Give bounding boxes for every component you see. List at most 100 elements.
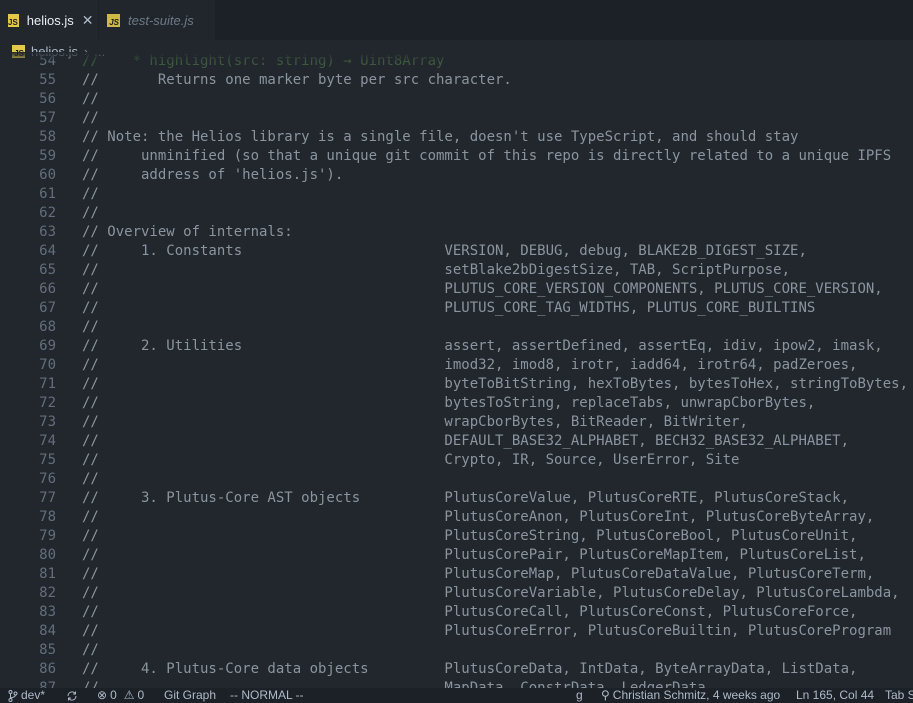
code-line[interactable]: 86 // 4. Plutus-Core data objects PlutusC… (0, 660, 913, 679)
code-line[interactable]: 73 // wrapCborBytes, BitReader, BitWriter… (0, 413, 913, 432)
branch-indicator[interactable]: dev* (8, 688, 45, 703)
code-line[interactable]: 66 // PLUTUS_CORE_VERSION_COMPONENTS, PLU… (0, 280, 913, 299)
code-line[interactable]: 75 // Crypto, IR, Source, UserError, Site (0, 451, 913, 470)
line-number: 68 (39, 319, 56, 335)
code-line[interactable]: 68 // (0, 318, 913, 337)
code-line[interactable]: 72 // bytesToString, replaceTabs, unwrapC… (0, 394, 913, 413)
code-text: // 3. Plutus-Core AST objects PlutusCore… (82, 490, 850, 506)
code-text: // PlutusCoreAnon, PlutusCoreInt, Plutus… (82, 509, 875, 525)
tab-label: test-suite.js (128, 12, 194, 28)
code-text: // unminified (so that a unique git comm… (82, 148, 892, 164)
vim-mode-label: -- NORMAL -- (230, 688, 304, 702)
code-line[interactable]: 63 // Overview of internals: (0, 223, 913, 242)
code-text: // 2. Utilities assert, assertDefined, a… (82, 338, 883, 354)
code-text: // PlutusCoreMap, PlutusCoreDataValue, P… (82, 566, 875, 582)
line-number: 75 (39, 452, 56, 468)
branch-name: dev* (21, 688, 46, 702)
code-text: // (82, 205, 99, 221)
tab-size[interactable]: Tab S (885, 688, 913, 703)
code-line[interactable]: 64 // 1. Constants VERSION, DEBUG, debug,… (0, 242, 913, 261)
line-number: 60 (39, 167, 56, 183)
code-line[interactable]: 54 // * highlight(src: string) → Uint8Arr… (0, 52, 913, 71)
git-graph-label: Git Graph (164, 688, 217, 702)
code-line[interactable]: 67 // PLUTUS_CORE_TAG_WIDTHS, PLUTUS_CORE… (0, 299, 913, 318)
code-line[interactable]: 78 // PlutusCoreAnon, PlutusCoreInt, Plut… (0, 508, 913, 527)
code-text: // PlutusCoreString, PlutusCoreBool, Plu… (82, 528, 858, 544)
line-number: 56 (39, 91, 56, 107)
line-number: 57 (39, 110, 56, 126)
javascript-file-icon: JS (107, 13, 120, 27)
line-number: 61 (39, 186, 56, 202)
code-line[interactable]: 57 // (0, 109, 913, 128)
code-text: // (82, 642, 99, 658)
code-line[interactable]: 87 // MapData, ConstrData, LedgerData, (0, 679, 913, 688)
code-text: // (82, 186, 99, 202)
code-line[interactable]: 55 // Returns one marker byte per src cha… (0, 71, 913, 90)
code-text: // Note: the Helios library is a single … (82, 129, 799, 145)
line-number: 58 (39, 129, 56, 145)
code-line[interactable]: 70 // imod32, imod8, irotr, iadd64, irotr… (0, 356, 913, 375)
code-text: // imod32, imod8, irotr, iadd64, irotr64… (82, 357, 858, 373)
code-line[interactable]: 76 // (0, 470, 913, 489)
code-text: // PlutusCoreError, PlutusCoreBuiltin, P… (82, 623, 892, 639)
code-line[interactable]: 65 // setBlake2bDigestSize, TAB, ScriptPu… (0, 261, 913, 280)
code-text: // DEFAULT_BASE32_ALPHABET, BECH32_BASE3… (82, 433, 850, 449)
javascript-file-icon: JS (8, 13, 19, 27)
code-line[interactable]: 71 // byteToBitString, hexToBytes, bytesT… (0, 375, 913, 394)
line-number: 72 (39, 395, 56, 411)
code-text: // 4. Plutus-Core data objects PlutusCor… (82, 661, 858, 677)
line-number: 86 (39, 661, 56, 677)
line-number: 54 (39, 53, 56, 69)
code-line[interactable]: 60 // address of 'helios.js'). (0, 166, 913, 185)
line-number: 77 (39, 490, 56, 506)
tab-size-label: Tab S (885, 688, 913, 702)
sync-icon[interactable] (66, 688, 78, 703)
line-number: 59 (39, 148, 56, 164)
cursor-position[interactable]: Ln 165, Col 44 (796, 688, 874, 703)
code-line[interactable]: 79 // PlutusCoreString, PlutusCoreBool, P… (0, 527, 913, 546)
code-line[interactable]: 77 // 3. Plutus-Core AST objects PlutusCo… (0, 489, 913, 508)
code-line[interactable]: 83 // PlutusCoreCall, PlutusCoreConst, Pl… (0, 603, 913, 622)
error-icon: ⊗ (97, 688, 108, 702)
line-number: 87 (39, 680, 56, 688)
code-text: // (82, 110, 99, 126)
line-number: 64 (39, 243, 56, 259)
tab-test-suite-js[interactable]: JS test-suite.js (99, 0, 216, 40)
git-graph-button[interactable]: Git Graph (164, 688, 216, 703)
code-line[interactable]: 74 // DEFAULT_BASE32_ALPHABET, BECH32_BAS… (0, 432, 913, 451)
close-icon[interactable]: ✕ (82, 12, 94, 29)
code-line[interactable]: 80 // PlutusCorePair, PlutusCoreMapItem, … (0, 546, 913, 565)
line-number: 83 (39, 604, 56, 620)
tab-bar: JS helios.js ✕ JS test-suite.js (0, 0, 913, 40)
code-text: // * highlight(src: string) → Uint8Array (82, 53, 445, 69)
code-line[interactable]: 56 // (0, 90, 913, 109)
vim-mode: -- NORMAL -- (230, 688, 304, 703)
code-text: // byteToBitString, hexToBytes, bytesToH… (82, 376, 909, 392)
code-line[interactable]: 59 // unminified (so that a unique git co… (0, 147, 913, 166)
code-line[interactable]: 84 // PlutusCoreError, PlutusCoreBuiltin,… (0, 622, 913, 641)
line-number: 67 (39, 300, 56, 316)
vim-key-label: g (576, 688, 583, 702)
code-text: // (82, 91, 99, 107)
code-line[interactable]: 82 // PlutusCoreVariable, PlutusCoreDelay… (0, 584, 913, 603)
code-text: // 1. Constants VERSION, DEBUG, debug, B… (82, 243, 807, 259)
code-text: // (82, 471, 99, 487)
code-line[interactable]: 81 // PlutusCoreMap, PlutusCoreDataValue,… (0, 565, 913, 584)
code-line[interactable]: 69 // 2. Utilities assert, assertDefined,… (0, 337, 913, 356)
problems-indicator[interactable]: ⊗ 0 ⚠ 0 (97, 688, 144, 703)
git-blame[interactable]: ⚲ Christian Schmitz, 4 weeks ago (601, 688, 780, 703)
line-number: 73 (39, 414, 56, 430)
line-number: 55 (39, 72, 56, 88)
code-line[interactable]: 58 // Note: the Helios library is a singl… (0, 128, 913, 147)
code-editor[interactable]: 54 // * highlight(src: string) → Uint8Arr… (0, 52, 913, 688)
code-text: // PlutusCorePair, PlutusCoreMapItem, Pl… (82, 547, 866, 563)
code-line[interactable]: 62 // (0, 204, 913, 223)
code-text: // Returns one marker byte per src chara… (82, 72, 512, 88)
code-line[interactable]: 85 // (0, 641, 913, 660)
code-text: // PlutusCoreCall, PlutusCoreConst, Plut… (82, 604, 858, 620)
code-line[interactable]: 61 // (0, 185, 913, 204)
person-icon: ⚲ (601, 688, 610, 702)
line-number: 84 (39, 623, 56, 639)
warning-icon: ⚠ (123, 688, 135, 702)
tab-helios-js[interactable]: JS helios.js ✕ (0, 0, 99, 40)
